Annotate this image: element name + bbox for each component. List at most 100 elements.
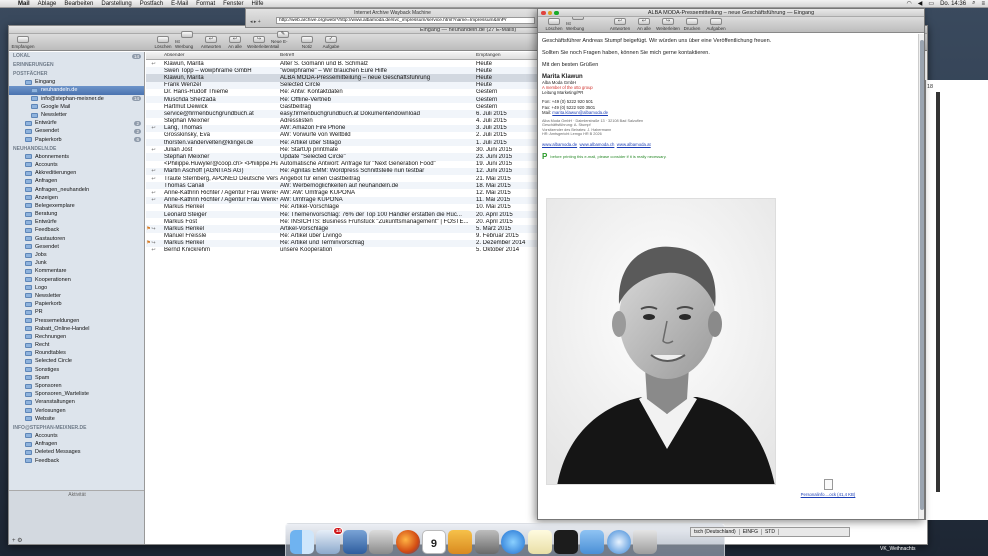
sidebar-item-folder[interactable]: Logo — [9, 284, 144, 292]
sidebar-item-mailbox[interactable]: Google Mail — [9, 103, 144, 111]
menu-item[interactable]: Ablage — [34, 1, 61, 7]
itunes-icon[interactable] — [501, 530, 526, 554]
message-row[interactable]: Muschda Sherzada Re: Offline-Vertrieb Gest… — [146, 95, 546, 104]
message-row[interactable]: Swen Topp – wowphrame GmbH "wowphrame" – … — [146, 67, 546, 75]
sidebar-item-folder[interactable]: Anfragen — [9, 440, 144, 448]
sidebar-item-mailbox[interactable]: Gesendet 2 — [9, 127, 144, 135]
sidebar-section-info[interactable]: INFO@STEPHAN-MEIXNER.DE — [9, 423, 144, 432]
message-row[interactable]: service@firmenbuchgrundbuch.at easy.firme… — [146, 110, 546, 118]
mail-icon[interactable]: 14 — [316, 527, 344, 554]
spotlight-icon[interactable]: ⌕ — [969, 0, 978, 7]
sidebar-item-folder[interactable]: Kommentare — [9, 267, 144, 275]
menu-item[interactable]: Postfach — [136, 1, 167, 7]
menu-item[interactable]: Bearbeiten — [60, 1, 97, 7]
column-header-from[interactable]: Absender — [162, 53, 278, 58]
clock[interactable]: Do. 14:36 — [937, 1, 969, 7]
website-link[interactable]: www.albamoda.ch — [580, 142, 615, 147]
column-header-date[interactable]: Empfangen — [474, 53, 546, 58]
sidebar-item-folder[interactable]: Feedback — [9, 456, 144, 464]
safari-icon[interactable] — [606, 530, 631, 554]
minimize-window-icon[interactable] — [547, 10, 552, 15]
menu-item[interactable]: E-Mail — [167, 1, 192, 7]
sidebar-item-folder[interactable]: Selected Circle — [9, 357, 144, 365]
sidebar-item-folder[interactable]: Papierkorb — [9, 300, 144, 308]
sidebar-item-folder[interactable]: Jobs — [9, 251, 144, 259]
menu-app-name[interactable]: Mail — [14, 1, 34, 7]
attachment[interactable]: Personalinfo....ock (41,4 KB) — [788, 479, 868, 497]
message-row[interactable]: ↩ Bernd Knickrehm unsere Kooperation 5. Okt… — [146, 247, 546, 254]
background-document-window[interactable]: 18 — [925, 80, 988, 520]
sidebar-item-folder[interactable]: Pressemeldungen — [9, 316, 144, 324]
sidebar-item-folder[interactable]: Anfragen_neuhandeln — [9, 185, 144, 193]
note-button[interactable]: Notiz — [295, 36, 319, 50]
scrollbar-thumb[interactable] — [920, 40, 924, 510]
get-mail-button[interactable]: Empfangen — [11, 36, 35, 50]
sidebar-item-mailbox[interactable]: Eingang — [9, 78, 144, 86]
wifi-icon[interactable]: ◠ — [904, 0, 915, 7]
standard-indicator[interactable]: STD — [762, 529, 779, 535]
sidebar-item-mailbox[interactable]: Newsletter — [9, 111, 144, 119]
msg-reply-button[interactable]: ↩ Antworten — [608, 18, 632, 32]
sidebar-section-neuhandeln[interactable]: NEUHANDELN.DE — [9, 144, 144, 153]
portrait-photo[interactable] — [546, 198, 776, 485]
sidebar-item-folder[interactable]: Verlosungen — [9, 407, 144, 415]
menu-item[interactable]: Fenster — [219, 1, 247, 7]
message-row[interactable]: ⚑↪ Markus Henkel Re: Artikel und Terminvor… — [146, 239, 546, 247]
gear-icon[interactable]: + ⚙ — [12, 537, 23, 544]
message-row[interactable]: ⚑↪ Markus Henkel Artikel-Vorschläge 5. März… — [146, 225, 546, 233]
message-scrollbar[interactable] — [918, 34, 924, 519]
message-row[interactable]: ↩ Julian Jost Re: StartUp printmate 30. Jun… — [146, 146, 546, 153]
sidebar-item-folder[interactable]: Gastautoren — [9, 235, 144, 243]
sidebar-item-folder[interactable]: Feedback — [9, 226, 144, 234]
sidebar-item-folder[interactable]: Kooperationen — [9, 276, 144, 284]
message-row[interactable]: Klawun, Marita ALBA MODA-Pressemitteilung… — [146, 74, 546, 82]
menu-item[interactable]: Format — [192, 1, 219, 7]
message-row[interactable]: ↩ Lang, Thomas AW: Amazon Fire Phone 3. Jul… — [146, 124, 546, 132]
junk-button[interactable]: Ist Werbung — [175, 31, 199, 50]
menu-item[interactable]: Darstellung — [97, 1, 135, 7]
sidebar-item-folder[interactable]: Entwürfe — [9, 218, 144, 226]
message-row[interactable]: Stephan Meixner Update "Selected Circle" 2… — [146, 153, 546, 161]
message-row[interactable]: Leonard Steiger Re: Themenvorschlag: 76% … — [146, 210, 546, 219]
battery-icon[interactable]: ▭ — [925, 0, 937, 7]
msg-tasks-button[interactable]: Aufgaben — [704, 18, 728, 32]
insert-mode-indicator[interactable]: EINFG — [740, 529, 762, 535]
message-row[interactable]: Markus Henkel Re: Artikel-Vorschläge 10. M… — [146, 204, 546, 211]
message-row[interactable]: Thomas Canali AW: Werbemöglichkeiten auf … — [146, 182, 546, 190]
sidebar-item-folder[interactable]: Akkreditierungen — [9, 169, 144, 177]
sidebar-item-folder[interactable]: Abonnements — [9, 153, 144, 161]
attachment-name[interactable]: Personalinfo....ock (41,4 KB) — [801, 492, 856, 497]
sidebar-item-folder[interactable]: Sponsoren_Warteliste — [9, 390, 144, 398]
browser-nav-buttons[interactable]: ◂ ▸ + — [250, 19, 261, 25]
sidebar-item-folder[interactable]: PR — [9, 308, 144, 316]
sidebar-item-folder[interactable]: Spam — [9, 374, 144, 382]
browser-url-field[interactable]: http://web.archive.org/web/*/http://www.… — [276, 17, 535, 24]
msg-print-button[interactable]: Drucken — [680, 18, 704, 32]
sidebar-item-mailbox[interactable]: neuhandeln.de — [9, 86, 144, 95]
sidebar-item-folder[interactable]: Beratung — [9, 210, 144, 218]
sidebar-item-folder[interactable]: Recht — [9, 341, 144, 349]
message-row[interactable]: Markus Fost Re: INSICHTS: Business Frühst… — [146, 218, 546, 225]
reply-button[interactable]: ↩ Antworten — [199, 36, 223, 50]
message-row[interactable]: ↩ Klawun, Marita Alter S. Gömann und B. Sc… — [146, 60, 546, 67]
folder-icon[interactable] — [580, 530, 605, 554]
website-link[interactable]: www.albamoda.de — [542, 142, 577, 147]
sidebar-section-mailboxes[interactable]: POSTFÄCHER — [9, 69, 144, 78]
desktop-file-label[interactable]: VK_Weihnachts — [880, 546, 915, 552]
sidebar-section-local[interactable]: LOKAL 14 — [9, 52, 144, 60]
msg-forward-button[interactable]: ↪ Weiterleiten — [656, 18, 680, 32]
message-row[interactable]: ↩ Martin Aschoff (AGNITAS AG) Re: Agnitas … — [146, 167, 546, 175]
signature-email-link[interactable]: marita.klawun@albamoda.de — [552, 110, 608, 115]
language-indicator[interactable]: tsch (Deutschland) — [691, 529, 740, 535]
sidebar-item-folder[interactable]: Rechnungen — [9, 333, 144, 341]
delete-button[interactable]: Löschen — [151, 36, 175, 50]
calendar-icon[interactable]: 9 — [421, 530, 446, 554]
message-row[interactable]: <Philippe.Huwyler@coop.ch> <Philippe.Huw… — [146, 161, 546, 168]
task-button[interactable]: ✓ Aufgabe — [319, 36, 343, 50]
forward-button[interactable]: ↪ Weiterleiten — [247, 36, 271, 50]
sidebar-item-folder[interactable]: Roundtables — [9, 349, 144, 357]
message-row[interactable]: ↩ Anne-Kathrin Richter / Agentur Frau Wen… — [146, 196, 546, 204]
terminal-icon[interactable] — [553, 530, 578, 554]
sidebar-item-folder[interactable]: Sponsoren — [9, 382, 144, 390]
sidebar-item-folder[interactable]: Accounts — [9, 432, 144, 440]
